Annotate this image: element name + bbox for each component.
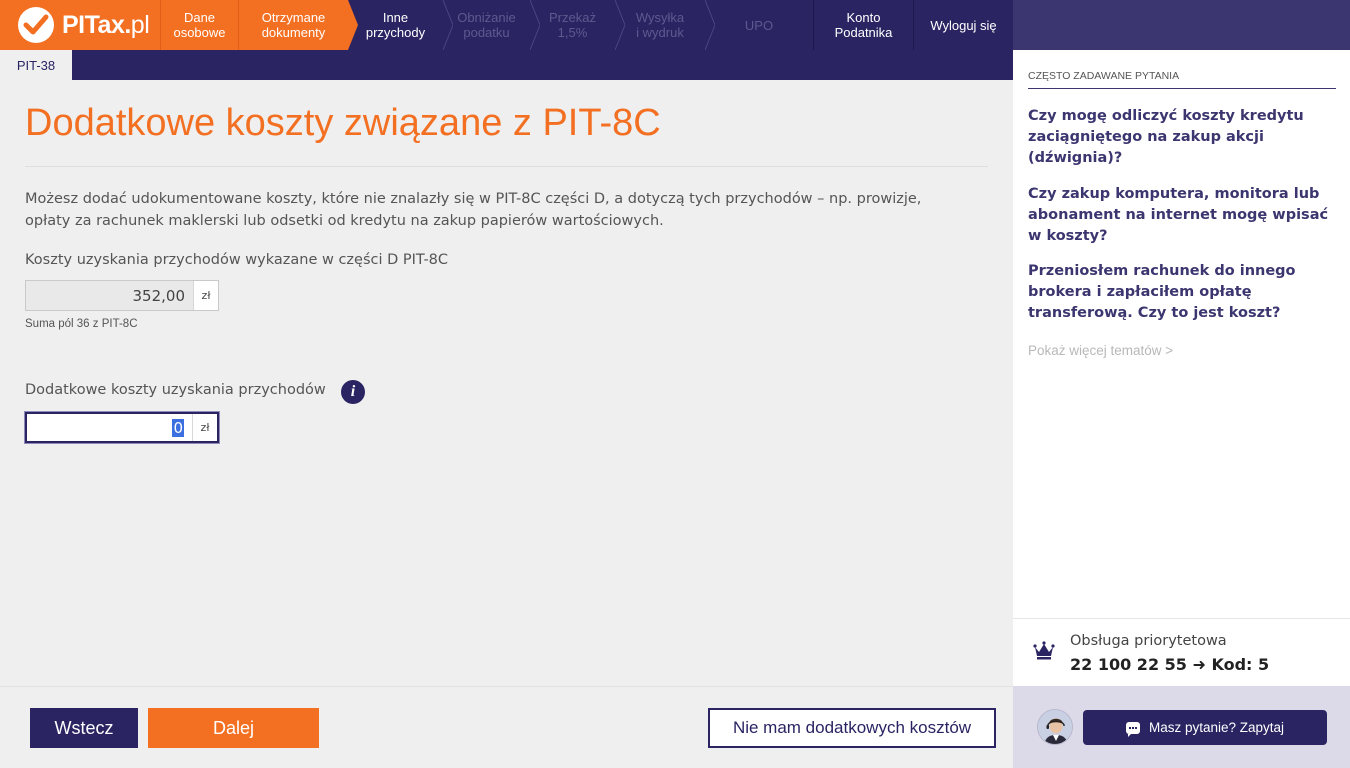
form-tabs-bar: PIT-38 [0, 50, 1013, 80]
main-content: Dodatkowe koszty związane z PIT-8C Możes… [0, 80, 1013, 686]
logo[interactable]: PITax.pl [0, 0, 160, 50]
additional-costs-input[interactable]: 0 zł [25, 412, 219, 443]
step-upo: UPO [705, 0, 813, 50]
chat-bar: Masz pytanie? Zapytaj [1013, 686, 1350, 768]
tab-pit-38[interactable]: PIT-38 [0, 50, 72, 80]
checkmark-icon [18, 7, 54, 43]
priority-support-label: Obsługa priorytetowa [1070, 633, 1227, 649]
no-additional-costs-button[interactable]: Nie mam dodatkowych kosztów [708, 708, 996, 748]
faq-heading: CZĘSTO ZADAWANE PYTANIA [1028, 70, 1336, 89]
reported-costs-field: 352,00 zł [25, 280, 219, 311]
step-chevron-icon [348, 0, 358, 50]
faq-sidebar: CZĘSTO ZADAWANE PYTANIA Czy mogę odliczy… [1013, 50, 1350, 618]
priority-support: Obsługa priorytetowa 22 100 22 55 ➜ Kod:… [1013, 618, 1350, 686]
crown-icon [1033, 641, 1055, 660]
back-button[interactable]: Wstecz [30, 708, 138, 748]
step-przekaz: Przekaż 1,5% [530, 0, 615, 50]
ask-question-button[interactable]: Masz pytanie? Zapytaj [1083, 710, 1327, 745]
page-title: Dodatkowe koszty związane z PIT-8C [25, 102, 661, 144]
reported-costs-label: Koszty uzyskania przychodów wykazane w c… [25, 252, 449, 268]
info-icon[interactable]: i [341, 380, 365, 404]
logo-text: PITax.pl [62, 10, 150, 39]
footer-actions: Wstecz Dalej Nie mam dodatkowych kosztów [0, 686, 1013, 768]
progress-steps: Dane osobowe Otrzymane dokumenty Inne pr… [160, 0, 813, 50]
logout-button[interactable]: Wyloguj się [913, 0, 1013, 50]
step-otrzymane-dokumenty[interactable]: Otrzymane dokumenty [238, 0, 348, 50]
step-chevron-icon [443, 0, 453, 50]
page-description: Możesz dodać udokumentowane koszty, któr… [25, 191, 922, 229]
currency-unit: zł [193, 281, 218, 310]
step-chevron-icon [530, 0, 540, 50]
show-more-topics-link[interactable]: Pokaż więcej tematów > [1028, 343, 1173, 358]
account-button[interactable]: Konto Podatnika [813, 0, 913, 50]
additional-costs-value[interactable]: 0 [27, 414, 192, 441]
priority-support-phone: 22 100 22 55 ➜ Kod: 5 [1070, 655, 1270, 674]
reported-costs-value: 352,00 [26, 281, 193, 310]
step-obnizanie-podatku: Obniżanie podatku [443, 0, 530, 50]
step-chevron-icon [615, 0, 625, 50]
additional-costs-label: Dodatkowe koszty uzyskania przychodów [25, 382, 326, 398]
advisor-avatar [1037, 709, 1073, 745]
step-wysylka-wydruk: Wysyłka i wydruk [615, 0, 705, 50]
step-chevron-icon [705, 0, 715, 50]
currency-unit: zł [192, 414, 217, 441]
step-inne-przychody[interactable]: Inne przychody [348, 0, 443, 50]
chat-bubble-icon [1125, 721, 1140, 737]
step-dane-osobowe[interactable]: Dane osobowe [160, 0, 238, 50]
faq-item[interactable]: Czy mogę odliczyć koszty kredytu zaciągn… [1028, 106, 1333, 169]
title-divider [25, 166, 988, 167]
next-button[interactable]: Dalej [148, 708, 319, 748]
sidebar-header-strip [1013, 0, 1350, 50]
faq-item[interactable]: Czy zakup komputera, monitora lub abonam… [1028, 184, 1333, 247]
reported-costs-hint: Suma pól 36 z PIT-8C [25, 318, 138, 330]
faq-item[interactable]: Przeniosłem rachunek do innego brokera i… [1028, 261, 1333, 324]
